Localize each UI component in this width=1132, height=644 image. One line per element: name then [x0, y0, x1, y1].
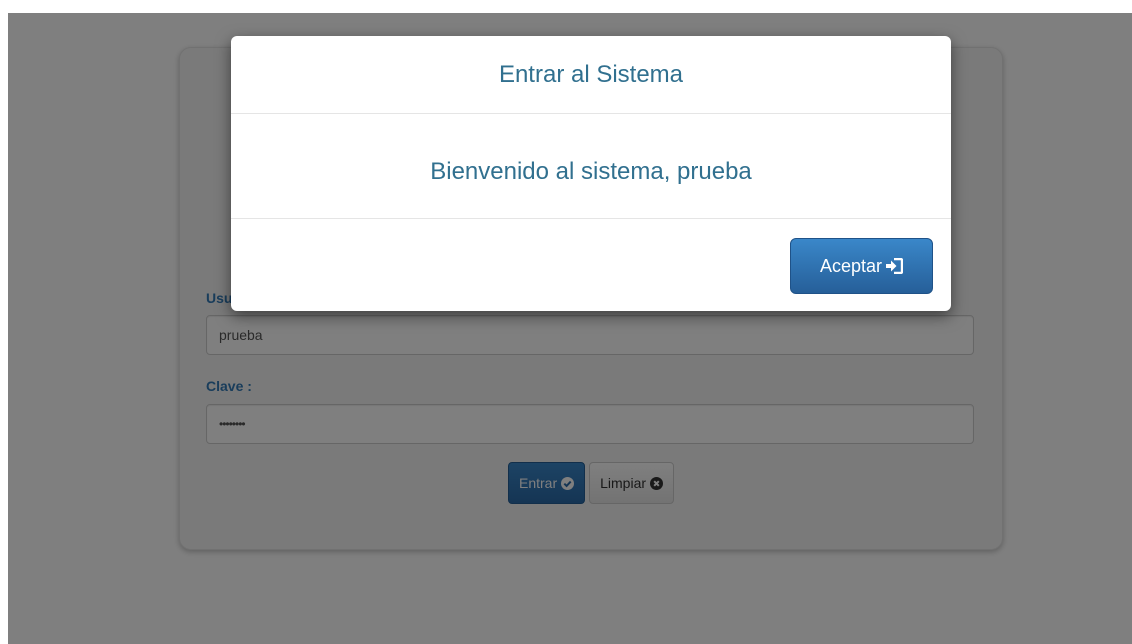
page-viewport: Usuario : prueba Clave : •••••••• Entrar… [8, 13, 1132, 644]
modal-title: Entrar al Sistema [231, 36, 951, 114]
modal-message: Bienvenido al sistema, prueba [231, 114, 951, 219]
sign-in-icon [886, 258, 904, 274]
welcome-modal: Entrar al Sistema Bienvenido al sistema,… [231, 36, 951, 311]
accept-button-label: Aceptar [819, 256, 883, 276]
accept-button[interactable]: Aceptar [790, 238, 933, 294]
modal-footer: Aceptar [231, 219, 951, 311]
